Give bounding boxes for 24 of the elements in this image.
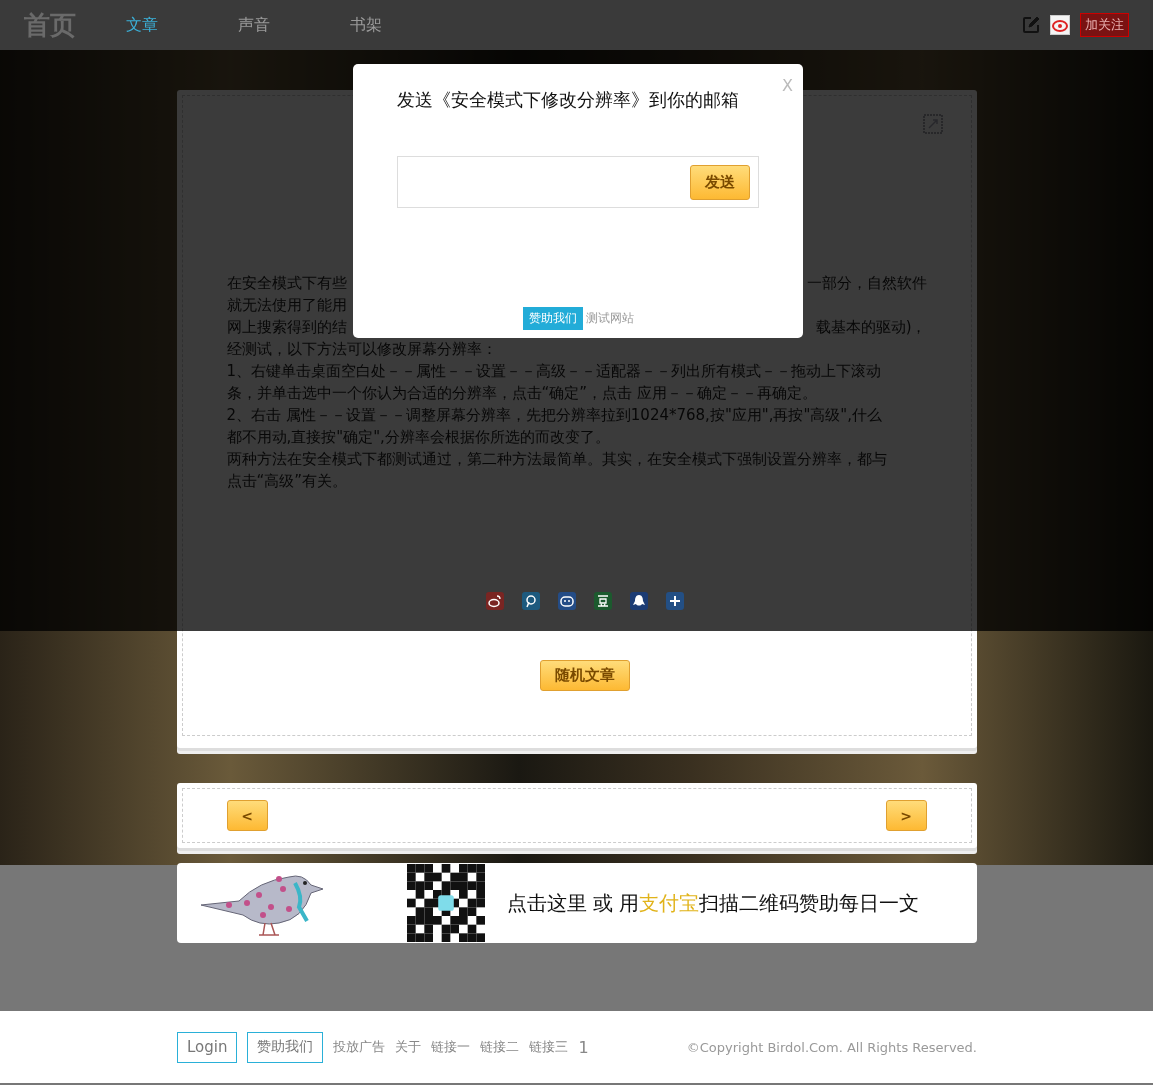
footer-link[interactable]: 1 (578, 1037, 589, 1057)
dialog-title: 发送《安全模式下修改分辨率》到你的邮箱 (397, 88, 740, 112)
sponsor-button[interactable]: 赞助我们 (522, 307, 583, 330)
footer-link[interactable]: 投放广告 (333, 1038, 386, 1056)
email-input-field[interactable]: 发送 (397, 156, 759, 208)
copyright-text: ©Copyright Birdol.Com. All Rights Reserved. (686, 1039, 977, 1055)
send-button[interactable]: 发送 (690, 164, 750, 200)
footer-link[interactable]: 关于 (395, 1038, 422, 1056)
nav-tab[interactable]: 书架 (326, 14, 438, 36)
footer-link[interactable]: 链接三 (529, 1038, 569, 1056)
follow-button[interactable]: 加关注 (1080, 13, 1129, 37)
footer-link[interactable]: 链接二 (480, 1038, 520, 1056)
next-button[interactable]: > (885, 800, 927, 831)
eye-icon[interactable] (1050, 15, 1070, 35)
nav-tab[interactable]: 声音 (214, 14, 326, 36)
banner-text: 点击这里 或 用支付宝扫描二维码赞助每日一文 (506, 889, 920, 917)
nav-tab[interactable]: 文章 (102, 14, 214, 36)
footer-button[interactable]: 赞助我们 (247, 1031, 324, 1063)
footer-link[interactable]: 链接一 (431, 1038, 471, 1056)
donation-banner[interactable]: 点击这里 或 用支付宝扫描二维码赞助每日一文 (176, 863, 977, 943)
site-link[interactable]: 测试网站 (585, 310, 634, 327)
previous-button[interactable]: < (226, 800, 268, 831)
footer-button[interactable]: Login (177, 1031, 238, 1063)
random-article-button[interactable]: 随机文章 (539, 660, 630, 691)
